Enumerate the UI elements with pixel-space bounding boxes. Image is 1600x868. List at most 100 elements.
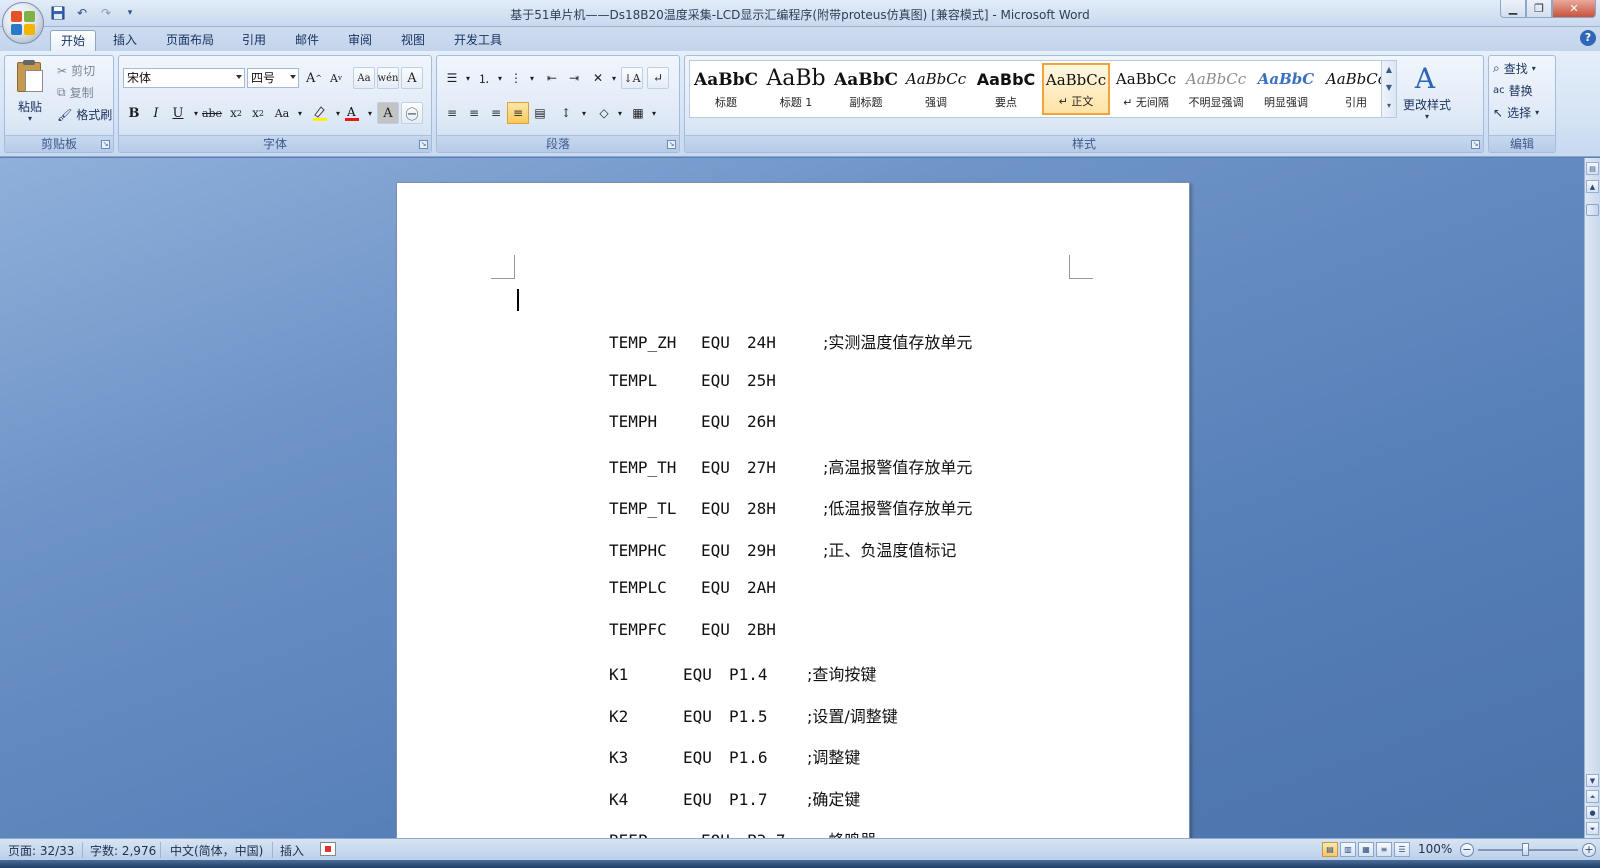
tab-page-layout[interactable]: 页面布局 (156, 30, 224, 51)
print-layout-view-icon[interactable]: ▤ (1322, 842, 1338, 857)
style-intense-emphasis[interactable]: AaBbC 明显强调 (1252, 63, 1320, 115)
style-heading-1[interactable]: AaBb 标题 1 (762, 63, 830, 115)
format-painter-button[interactable]: 🖌 格式刷 (57, 106, 112, 123)
style-subtitle[interactable]: AaBbC 副标题 (832, 63, 900, 115)
change-styles-icon[interactable]: A (1405, 62, 1445, 95)
ruler-toggle-icon[interactable]: ▤ (1586, 162, 1599, 175)
align-center-icon[interactable]: ≡ (463, 102, 485, 124)
scroll-down-icon[interactable]: ▼ (1586, 774, 1599, 787)
help-icon[interactable]: ? (1580, 30, 1596, 46)
strikethrough-icon[interactable]: abe (201, 102, 223, 124)
borders-dropdown-icon[interactable]: ▾ (643, 102, 665, 124)
minimize-button[interactable]: ▁ (1500, 0, 1526, 18)
tab-view[interactable]: 视图 (391, 30, 435, 51)
line-spacing-dropdown-icon[interactable]: ▾ (573, 102, 595, 124)
web-layout-icon[interactable]: ▦ (1358, 842, 1374, 857)
decrease-indent-icon[interactable]: ⇤ (541, 67, 563, 89)
paste-icon[interactable] (15, 60, 45, 94)
previous-page-icon[interactable]: ⏶ (1586, 790, 1599, 803)
insert-mode[interactable]: 插入 (280, 842, 304, 859)
tab-references[interactable]: 引用 (232, 30, 276, 51)
close-button[interactable]: ✕ (1552, 0, 1596, 18)
scroll-thumb[interactable] (1586, 204, 1599, 216)
code-op: EQU (701, 619, 730, 639)
next-page-icon[interactable]: ⏷ (1586, 822, 1599, 835)
zoom-slider-thumb[interactable] (1522, 843, 1529, 856)
style-normal[interactable]: AaBbCc ↵ 正文 (1042, 63, 1110, 115)
change-case-dropdown-icon[interactable]: ▾ (289, 102, 311, 124)
style-preview: AaBbC (976, 70, 1036, 89)
align-right-icon[interactable]: ≡ (485, 102, 507, 124)
tab-insert[interactable]: 插入 (103, 30, 147, 51)
copy-button[interactable]: ⧉ 复制 (57, 84, 94, 101)
change-styles-dropdown-icon[interactable]: ▾ (1421, 112, 1433, 121)
styles-launcher-icon[interactable]: ↘ (1471, 140, 1480, 149)
clear-format-icon[interactable]: Aa (353, 67, 375, 89)
multilevel-dropdown-icon[interactable]: ▾ (521, 67, 543, 89)
full-screen-reading-icon[interactable]: ▥ (1340, 842, 1356, 857)
paste-button[interactable]: 粘贴 (13, 98, 47, 114)
gallery-more-icon[interactable]: ▾ (1382, 97, 1396, 115)
outline-view-icon[interactable]: ≡ (1376, 842, 1392, 857)
zoom-in-icon[interactable]: + (1582, 843, 1596, 857)
tab-home[interactable]: 开始 (50, 30, 97, 51)
code-comment: ;低温报警值存放单元 (823, 499, 973, 518)
bold-icon[interactable]: B (123, 102, 145, 124)
character-border-icon[interactable]: A (401, 67, 423, 89)
paragraph-group: ☰ ▾ ⒈ ▾ ⋮ ▾ ⇤ ⇥ ✕ ▾ ↓A ↵ ≡ ≡ ≡ ≡ ▤ ↕ ▾ ◇… (436, 55, 680, 153)
justify-icon[interactable]: ≡ (507, 102, 529, 124)
macro-record-icon[interactable] (320, 842, 336, 856)
increase-indent-icon[interactable]: ⇥ (563, 67, 585, 89)
character-shading-icon[interactable]: A (377, 102, 399, 124)
style-title[interactable]: AaBbC 标题 (692, 63, 760, 115)
tab-review[interactable]: 审阅 (338, 30, 382, 51)
scroll-up-icon[interactable]: ▲ (1586, 180, 1599, 193)
office-button[interactable] (2, 2, 44, 44)
style-name: 不明显强调 (1188, 96, 1244, 109)
grow-font-icon[interactable]: A ^ (303, 67, 325, 89)
clipboard-launcher-icon[interactable]: ↘ (101, 140, 110, 149)
text-cursor (517, 289, 519, 311)
document-page[interactable]: TEMP_ZH EQU 24H ;实测温度值存放单元 TEMPL EQU 25H TEMPH E… (396, 182, 1190, 838)
distributed-icon[interactable]: ▤ (529, 102, 551, 124)
vertical-scrollbar[interactable]: ▤ ▲ ▼ ⏶ ● ⏷ (1584, 158, 1600, 838)
draft-view-icon[interactable]: ☰ (1394, 842, 1410, 857)
sort-icon[interactable]: ↓A (621, 67, 643, 89)
gallery-down-icon[interactable]: ▼ (1382, 79, 1396, 97)
font-name-combo[interactable]: 宋体 (123, 68, 245, 88)
style-subtle-emphasis[interactable]: AaBbCc 不明显强调 (1182, 63, 1250, 115)
code-op: EQU (683, 706, 712, 726)
font-launcher-icon[interactable]: ↘ (419, 140, 428, 149)
superscript-icon[interactable]: x2 (247, 102, 269, 124)
select-browse-object-icon[interactable]: ● (1586, 806, 1599, 819)
word-count[interactable]: 字数: 2,976 (90, 842, 156, 859)
style-strong[interactable]: AaBbC 要点 (972, 63, 1040, 115)
tab-developer[interactable]: 开发工具 (444, 30, 512, 51)
select-button[interactable]: ↖ 选择 ▾ (1493, 104, 1539, 121)
tab-mailings[interactable]: 邮件 (285, 30, 329, 51)
replace-button[interactable]: ac 替换 (1493, 82, 1533, 99)
style-no-spacing[interactable]: AaBbCc ↵ 无间隔 (1112, 63, 1180, 115)
zoom-level[interactable]: 100% (1418, 842, 1452, 856)
shrink-font-icon[interactable]: Av (325, 67, 347, 89)
style-emphasis[interactable]: AaBbCc 强调 (902, 63, 970, 115)
language[interactable]: 中文(简体，中国) (170, 842, 263, 859)
cut-button[interactable]: ✂ 剪切 (57, 62, 95, 79)
paste-dropdown-icon[interactable]: ▾ (23, 114, 37, 123)
italic-icon[interactable]: I (145, 102, 167, 124)
phonetic-guide-icon[interactable]: wén (377, 67, 399, 89)
style-preview: AaBbC (834, 70, 898, 90)
enclose-characters-icon[interactable]: ㊀ (401, 102, 423, 124)
page-count[interactable]: 页面: 32/33 (8, 842, 74, 859)
font-size-combo[interactable]: 四号 (247, 68, 299, 88)
subscript-icon[interactable]: x2 (225, 102, 247, 124)
align-left-icon[interactable]: ≡ (441, 102, 463, 124)
change-styles-button[interactable]: 更改样式 (1397, 96, 1457, 112)
gallery-up-icon[interactable]: ▲ (1382, 61, 1396, 79)
restore-button[interactable]: ❐ (1526, 0, 1552, 18)
style-quote[interactable]: AaBbCc 引用 (1322, 63, 1390, 115)
paragraph-launcher-icon[interactable]: ↘ (667, 140, 676, 149)
find-button[interactable]: ⌕ 查找 ▾ (1493, 60, 1536, 77)
show-marks-icon[interactable]: ↵ (647, 67, 669, 89)
zoom-out-icon[interactable]: − (1460, 843, 1474, 857)
